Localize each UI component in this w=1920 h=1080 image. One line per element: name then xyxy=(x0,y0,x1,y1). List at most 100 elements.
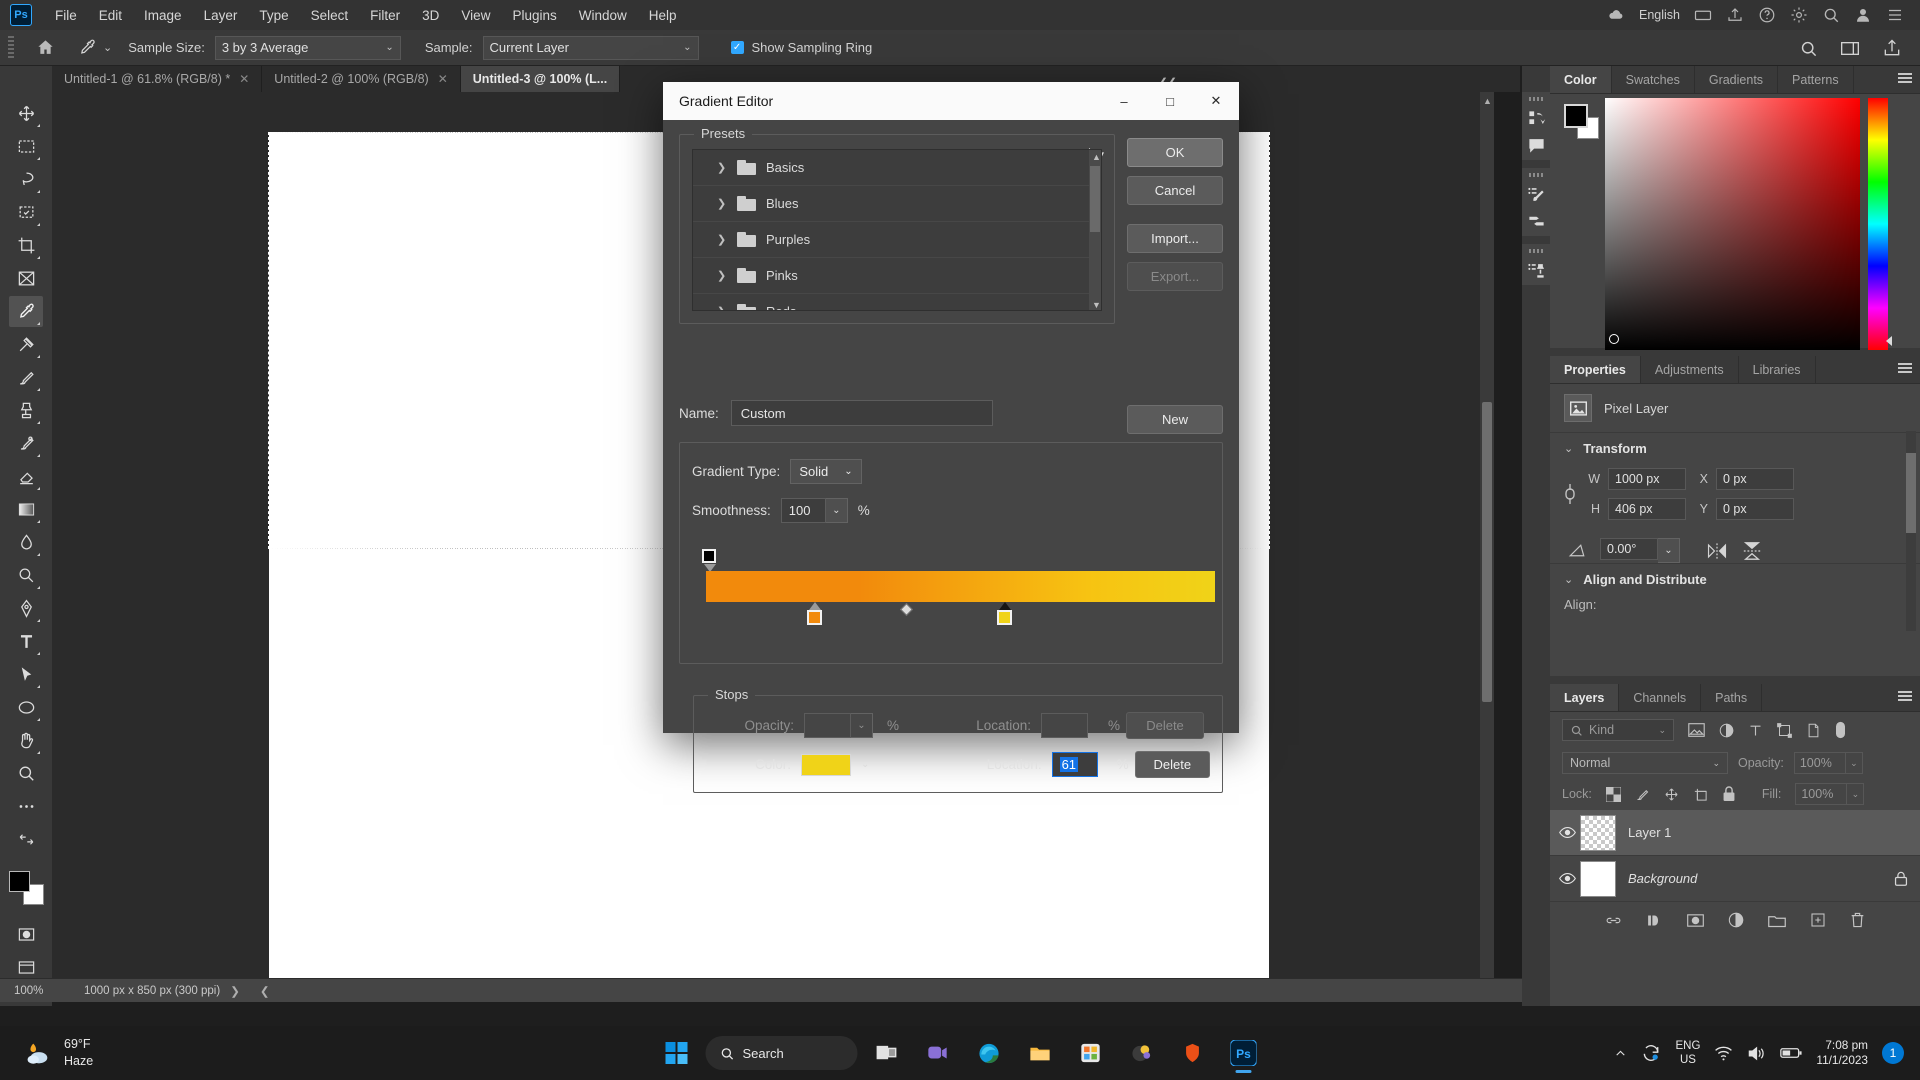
filter-kind-select[interactable]: Kind ⌄ xyxy=(1562,719,1674,741)
battery-icon[interactable] xyxy=(1780,1046,1802,1060)
filter-adjustment-icon[interactable] xyxy=(1719,723,1734,738)
preset-folder-purples[interactable]: ❯ Purples xyxy=(693,222,1101,258)
tool-type[interactable] xyxy=(9,626,43,657)
angle-input[interactable]: 0.00° xyxy=(1600,538,1658,560)
tool-ellipse-shape[interactable] xyxy=(9,692,43,723)
color-picker-cursor[interactable] xyxy=(1609,334,1619,344)
gradient-editor-dialog[interactable]: Gradient Editor – □ ✕ Presets ▾ ❯ xyxy=(663,82,1239,793)
microsoft-store-icon[interactable] xyxy=(1069,1031,1113,1075)
chevron-right-icon[interactable]: ❯ xyxy=(717,197,727,210)
dialog-title-bar[interactable]: Gradient Editor – □ ✕ xyxy=(663,82,1239,120)
search-menu-icon[interactable] xyxy=(1822,6,1840,24)
close-icon[interactable]: ✕ xyxy=(438,72,448,86)
notification-badge[interactable]: 1 xyxy=(1882,1042,1904,1064)
taskbar-search[interactable]: Search xyxy=(705,1036,858,1070)
gradient-type-select[interactable]: Solid ⌄ xyxy=(790,459,862,484)
tab-libraries[interactable]: Libraries xyxy=(1738,356,1816,383)
share-export-icon[interactable] xyxy=(1882,38,1902,58)
tab-adjustments[interactable]: Adjustments xyxy=(1640,356,1739,383)
scroll-up-icon[interactable]: ▲ xyxy=(1483,96,1492,106)
window-controls-icon[interactable] xyxy=(1886,6,1904,24)
filter-type-icon[interactable] xyxy=(1748,723,1763,738)
filter-shape-icon[interactable] xyxy=(1777,722,1792,738)
link-wh-icon[interactable] xyxy=(1562,481,1578,507)
chevron-down-icon[interactable]: ⌄ xyxy=(1564,573,1573,586)
panel-menu-icon[interactable] xyxy=(1898,73,1912,85)
foreground-background-color[interactable] xyxy=(7,871,45,905)
tool-clone-stamp[interactable] xyxy=(9,395,43,426)
start-button-icon[interactable] xyxy=(655,1031,699,1075)
menu-help[interactable]: Help xyxy=(638,4,688,27)
smoothness-chevron-down-icon[interactable]: ⌄ xyxy=(825,498,848,523)
task-view-icon[interactable] xyxy=(865,1031,909,1075)
new-layer-icon[interactable] xyxy=(1810,912,1826,928)
tool-rectangular-marquee[interactable] xyxy=(9,131,43,162)
teams-icon[interactable] xyxy=(916,1031,960,1075)
clone-source-icon[interactable] xyxy=(1527,261,1546,280)
help-circle-icon[interactable] xyxy=(1758,6,1776,24)
menu-layer[interactable]: Layer xyxy=(193,4,249,27)
filter-pixel-icon[interactable] xyxy=(1688,723,1705,737)
tab-channels[interactable]: Channels xyxy=(1619,684,1702,711)
panel-grip-icon[interactable] xyxy=(1529,249,1543,253)
tool-move[interactable] xyxy=(9,98,43,129)
add-layer-mask-icon[interactable] xyxy=(1687,913,1704,928)
user-avatar[interactable] xyxy=(1854,6,1872,24)
sample-size-select[interactable]: 3 by 3 Average ⌄ xyxy=(214,35,401,60)
tool-crop[interactable] xyxy=(9,230,43,261)
hue-slider[interactable] xyxy=(1868,98,1892,350)
show-sampling-ring-checkbox[interactable]: ✓ Show Sampling Ring xyxy=(730,40,872,55)
zoom-level[interactable]: 100% xyxy=(0,985,66,997)
maximize-icon[interactable]: □ xyxy=(1147,82,1193,120)
volume-icon[interactable] xyxy=(1747,1045,1766,1062)
tab-gradients[interactable]: Gradients xyxy=(1694,66,1779,93)
h-input[interactable]: 406 px xyxy=(1608,498,1686,520)
panel-menu-icon[interactable] xyxy=(1898,691,1912,703)
tool-lasso[interactable] xyxy=(9,164,43,195)
search-icon[interactable] xyxy=(1799,39,1818,58)
tool-frame[interactable] xyxy=(9,263,43,294)
file-explorer-icon[interactable] xyxy=(1018,1031,1062,1075)
new-button[interactable]: New xyxy=(1127,405,1223,434)
ok-button[interactable]: OK xyxy=(1127,138,1223,167)
opacity-input[interactable]: 100% xyxy=(1793,752,1846,774)
tool-brush[interactable] xyxy=(9,362,43,393)
brushes-icon[interactable] xyxy=(1527,185,1546,204)
clock[interactable]: 7:08 pm 11/1/2023 xyxy=(1816,1038,1868,1069)
photoshop-taskbar-icon[interactable]: Ps xyxy=(1222,1031,1266,1075)
tool-quick-mask[interactable] xyxy=(9,919,43,950)
chevron-right-icon[interactable]: ❯ xyxy=(717,269,727,282)
lock-image-icon[interactable] xyxy=(1635,787,1650,802)
tool-object-selection[interactable] xyxy=(9,197,43,228)
onedrive-sync-icon[interactable] xyxy=(1641,1043,1661,1063)
cancel-button[interactable]: Cancel xyxy=(1127,176,1223,205)
scroll-thumb[interactable] xyxy=(1090,166,1100,232)
flip-vertical-icon[interactable] xyxy=(1742,541,1762,561)
tool-history-brush[interactable] xyxy=(9,428,43,459)
menu-select[interactable]: Select xyxy=(300,4,360,27)
smoothness-input[interactable]: 100 xyxy=(780,498,826,523)
comments-icon[interactable] xyxy=(1527,136,1546,155)
tab-swatches[interactable]: Swatches xyxy=(1611,66,1695,93)
color-location-input[interactable]: 61 xyxy=(1051,752,1098,777)
scroll-down-icon[interactable]: ▼ xyxy=(1092,300,1101,310)
tool-pen[interactable] xyxy=(9,593,43,624)
filter-toggle-icon[interactable] xyxy=(1835,721,1846,739)
gradient-midpoint-marker[interactable] xyxy=(900,603,913,616)
tool-blur[interactable] xyxy=(9,527,43,558)
menu-view[interactable]: View xyxy=(450,4,501,27)
menu-window[interactable]: Window xyxy=(568,4,638,27)
chevron-right-icon[interactable]: ❯ xyxy=(717,161,727,174)
language-indicator[interactable]: ENG US xyxy=(1675,1039,1700,1068)
preset-folder-basics[interactable]: ❯ Basics xyxy=(693,150,1101,186)
menu-edit[interactable]: Edit xyxy=(88,4,133,27)
layer-row-background[interactable]: Background xyxy=(1550,856,1920,902)
tool-hand[interactable] xyxy=(9,725,43,756)
tool-eraser[interactable] xyxy=(9,461,43,492)
brush-settings-icon[interactable] xyxy=(1527,212,1546,231)
tool-path-selection[interactable] xyxy=(9,659,43,690)
home-button[interactable] xyxy=(28,35,62,61)
tab-properties[interactable]: Properties xyxy=(1550,356,1641,383)
opacity-chevron-down-icon[interactable]: ⌄ xyxy=(1845,752,1863,774)
scroll-thumb[interactable] xyxy=(1482,402,1492,702)
